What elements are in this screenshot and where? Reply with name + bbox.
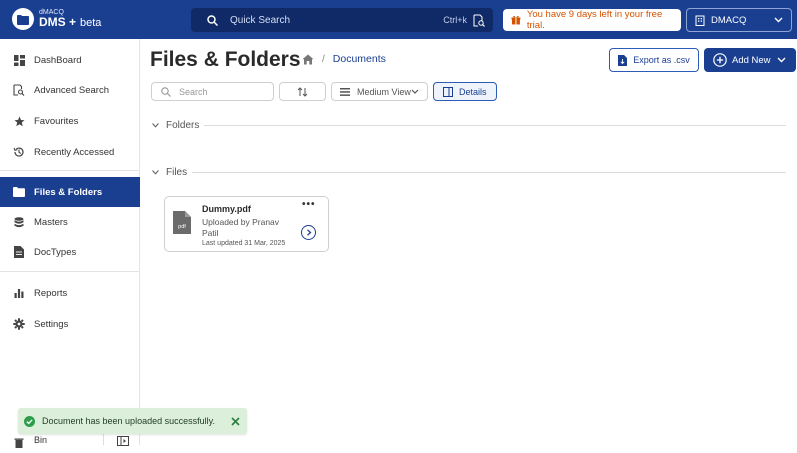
gear-icon: [13, 318, 25, 330]
add-new-button[interactable]: Add New: [704, 48, 796, 72]
sort-icon: [297, 86, 308, 97]
search-input[interactable]: Search: [151, 82, 274, 101]
details-panel-icon: [443, 86, 453, 97]
check-circle-icon: [24, 415, 35, 427]
folders-section-header[interactable]: Folders: [152, 120, 199, 131]
document-icon: [13, 246, 25, 258]
view-mode-label: Medium View: [357, 86, 411, 97]
home-icon[interactable]: [302, 54, 314, 65]
export-csv-button[interactable]: Export as .csv: [609, 48, 699, 72]
files-heading: Files: [166, 167, 188, 178]
sidebar-divider: [103, 433, 104, 445]
chevron-down-icon: [152, 170, 159, 175]
export-label: Export as .csv: [633, 55, 690, 65]
sidebar-item-settings[interactable]: Settings: [0, 309, 140, 339]
brand-name[interactable]: DMS + beta: [39, 15, 101, 29]
file-card[interactable]: pdf Dummy.pdf Uploaded by Pranav Patil L…: [164, 196, 329, 252]
section-divider: [192, 172, 786, 173]
trial-text: You have 9 days left in your free trial.: [526, 9, 663, 31]
sidebar-item-label: Recently Accessed: [34, 146, 115, 158]
history-icon: [13, 146, 25, 158]
gift-icon: [511, 15, 521, 25]
sidebar-item-masters[interactable]: Masters: [0, 207, 140, 237]
open-file-icon[interactable]: [301, 225, 316, 240]
trial-banner[interactable]: You have 9 days left in your free trial.: [503, 9, 681, 31]
document-search-icon[interactable]: [473, 14, 485, 27]
sidebar-item-advanced-search[interactable]: Advanced Search: [0, 75, 140, 105]
dashboard-icon: [13, 54, 25, 66]
file-name: Dummy.pdf: [202, 204, 251, 214]
sidebar-item-label: Settings: [34, 318, 69, 330]
file-export-icon: [618, 54, 628, 66]
organization-selector[interactable]: DMACQ: [686, 8, 792, 32]
toast-message: Document has been uploaded successfully.: [42, 416, 215, 426]
sidebar-item-label: Reports: [34, 287, 68, 299]
sidebar: DashBoard Advanced Search Favourites Rec…: [0, 39, 140, 448]
sidebar-item-label: Files & Folders: [34, 186, 103, 198]
pdf-file-icon: pdf: [173, 211, 191, 239]
success-toast: Document has been uploaded successfully.: [18, 408, 247, 434]
sidebar-item-dashboard[interactable]: DashBoard: [0, 45, 140, 75]
sidebar-item-reports[interactable]: Reports: [0, 278, 140, 308]
sidebar-item-label: Favourites: [34, 115, 79, 127]
search-placeholder: Search: [179, 86, 208, 97]
section-divider: [204, 125, 786, 126]
more-options-icon[interactable]: •••: [302, 199, 316, 210]
close-icon[interactable]: [231, 416, 240, 426]
chevron-down-icon: [152, 123, 159, 128]
sidebar-item-doctypes[interactable]: DocTypes: [0, 237, 140, 267]
search-icon: [161, 86, 171, 97]
advanced-search-icon: [13, 84, 25, 96]
list-view-icon: [340, 87, 350, 96]
shortcut-hint: Ctrl+k: [443, 15, 467, 25]
brand-title: DMS +: [39, 15, 77, 29]
file-type-badge: pdf: [178, 224, 186, 230]
chevron-down-icon: [774, 17, 783, 23]
sidebar-item-label: DocTypes: [34, 246, 77, 258]
sidebar-divider: [0, 271, 140, 272]
sidebar-item-label: Masters: [34, 216, 68, 228]
breadcrumb-separator: /: [322, 53, 325, 65]
app-logo-icon[interactable]: [12, 8, 34, 30]
database-icon: [13, 216, 25, 228]
quick-search-placeholder: Quick Search: [230, 14, 291, 26]
file-uploaded-by: Uploaded by Pranav Patil: [202, 217, 280, 238]
folders-heading: Folders: [166, 120, 200, 131]
files-section-header[interactable]: Files: [152, 167, 187, 178]
top-bar: dMACQ DMS + beta Quick Search Ctrl+k You …: [0, 0, 797, 39]
page-title: Files & Folders: [150, 48, 301, 71]
sidebar-item-files-folders[interactable]: Files & Folders: [0, 177, 140, 207]
sidebar-item-label: Advanced Search: [34, 84, 109, 96]
brand-suffix: beta: [80, 17, 102, 29]
sidebar-item-label: Bin: [34, 435, 48, 445]
chevron-down-icon: [411, 89, 419, 94]
sidebar-item-label: DashBoard: [34, 54, 82, 66]
collapse-sidebar-icon[interactable]: [117, 433, 129, 451]
sidebar-item-favourites[interactable]: Favourites: [0, 106, 140, 136]
breadcrumb: / Documents: [302, 53, 386, 65]
file-last-updated: Last updated 31 Mar, 2025: [202, 240, 286, 247]
chevron-down-icon: [777, 57, 786, 63]
plus-circle-icon: [713, 53, 727, 67]
add-new-label: Add New: [732, 54, 771, 66]
breadcrumb-current[interactable]: Documents: [333, 53, 386, 65]
sort-button[interactable]: [279, 82, 326, 101]
quick-search[interactable]: Quick Search Ctrl+k: [191, 8, 493, 32]
details-label: Details: [459, 86, 487, 97]
folder-icon: [13, 186, 25, 198]
building-icon: [695, 15, 705, 26]
trash-icon: [14, 435, 24, 453]
details-toggle-button[interactable]: Details: [433, 82, 497, 101]
sidebar-item-recently-accessed[interactable]: Recently Accessed: [0, 137, 140, 167]
bar-chart-icon: [13, 287, 25, 299]
sidebar-divider: [0, 170, 140, 171]
search-icon: [207, 14, 218, 26]
view-mode-select[interactable]: Medium View: [331, 82, 428, 101]
organization-name: DMACQ: [711, 14, 747, 26]
star-icon: [13, 115, 25, 127]
